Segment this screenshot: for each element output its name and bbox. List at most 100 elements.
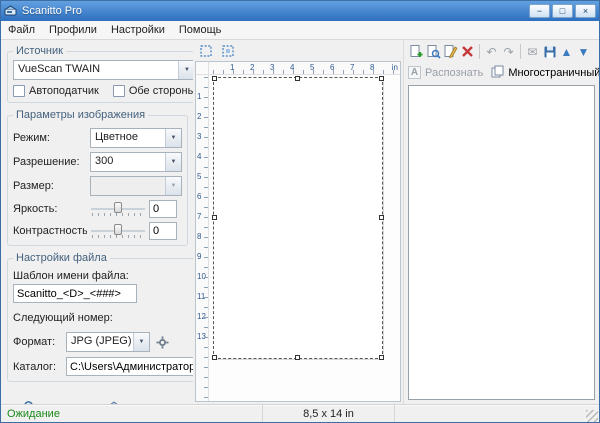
status-text: Ожидание <box>1 405 263 422</box>
multipage-button[interactable]: Многостраничный ▼ <box>491 65 599 81</box>
email-icon[interactable]: ✉ <box>524 43 541 61</box>
main-content: Источник VueScan TWAIN ▼ Автоподатчик Об… <box>1 40 599 404</box>
pages-list[interactable] <box>408 85 595 400</box>
chevron-down-icon[interactable]: ▼ <box>165 177 181 195</box>
ruler-number: 1 <box>230 63 234 72</box>
brightness-slider[interactable] <box>90 200 146 218</box>
recognize-button-label: Распознать <box>425 67 483 79</box>
size-select-value <box>91 177 165 195</box>
resolution-select[interactable]: 300 ▼ <box>90 152 182 172</box>
ruler-number: 5 <box>197 172 201 181</box>
selection-handle[interactable] <box>295 76 300 81</box>
selection-handle[interactable] <box>379 355 384 360</box>
horizontal-ruler: in 12345678 <box>209 62 400 75</box>
select-all-icon[interactable] <box>197 43 215 60</box>
duplex-checkbox[interactable]: Обе стороны <box>113 85 193 97</box>
mode-select-value: Цветное <box>91 129 165 147</box>
redo-icon[interactable]: ↷ <box>500 43 517 61</box>
image-params-group: Параметры изображения Режим: Цветное ▼ Р… <box>7 109 188 246</box>
filename-template-input[interactable] <box>13 284 137 303</box>
recognize-button[interactable]: A Распознать <box>408 66 483 79</box>
next-number-label: Следующий номер: <box>13 312 190 324</box>
selection-rect[interactable] <box>213 77 383 359</box>
settings-panel: Источник VueScan TWAIN ▼ Автоподатчик Об… <box>1 40 193 404</box>
ruler-number: 5 <box>310 63 314 72</box>
checkbox-box[interactable] <box>13 85 25 97</box>
format-settings-icon[interactable] <box>153 333 171 351</box>
resolution-label: Разрешение: <box>13 156 87 168</box>
menubar: Файл Профили Настройки Помощь <box>1 21 599 40</box>
delete-page-icon[interactable] <box>459 43 476 61</box>
scan-page[interactable] <box>213 77 383 359</box>
feeder-checkbox[interactable]: Автоподатчик <box>13 85 99 97</box>
brightness-value-input[interactable] <box>149 200 177 218</box>
add-page-icon[interactable] <box>408 43 425 61</box>
chevron-down-icon[interactable]: ▼ <box>133 333 149 351</box>
toolbar-separator <box>520 44 521 59</box>
resize-grip[interactable] <box>586 410 598 422</box>
scanner-select[interactable]: VueScan TWAIN ▼ <box>13 60 193 80</box>
menu-settings[interactable]: Настройки <box>104 22 172 38</box>
edit-page-icon[interactable] <box>442 43 459 61</box>
multipage-button-label: Многостраничный <box>508 67 599 79</box>
brightness-label: Яркость: <box>13 203 87 215</box>
contrast-slider[interactable] <box>90 222 146 240</box>
duplex-checkbox-label: Обе стороны <box>129 85 193 97</box>
ruler-number: 11 <box>197 292 205 301</box>
size-select[interactable]: ▼ <box>90 176 182 196</box>
file-settings-title: Настройки файла <box>13 252 110 264</box>
source-group: Источник VueScan TWAIN ▼ Автоподатчик Об… <box>7 45 193 103</box>
minimize-button[interactable]: − <box>529 4 550 18</box>
source-group-title: Источник <box>13 45 66 57</box>
chevron-down-icon[interactable]: ▼ <box>165 153 181 171</box>
move-down-icon[interactable]: ▼ <box>575 43 592 61</box>
ruler-number: 3 <box>197 132 201 141</box>
select-area-icon[interactable] <box>219 43 237 60</box>
app-icon <box>4 4 18 18</box>
pages-toolbar: ↶ ↷ ✉ ▲ ▼ <box>404 40 599 62</box>
selection-handle[interactable] <box>379 76 384 81</box>
move-up-icon[interactable]: ▲ <box>558 43 575 61</box>
contrast-value-input[interactable] <box>149 222 177 240</box>
ruler-corner <box>196 62 209 75</box>
titlebar[interactable]: Scanitto Pro − □ × <box>1 1 599 21</box>
selection-handle[interactable] <box>212 215 217 220</box>
vertical-ruler: 12345678910111213 <box>196 75 209 401</box>
pages-toolbar-2: A Распознать Многостраничный ▼ <box>404 62 599 83</box>
window-title: Scanitto Pro <box>22 5 527 17</box>
preview-canvas[interactable] <box>209 75 400 401</box>
mode-select[interactable]: Цветное ▼ <box>90 128 182 148</box>
format-select[interactable]: JPG (JPEG) ▼ <box>66 332 150 352</box>
chevron-down-icon[interactable]: ▼ <box>165 129 181 147</box>
template-label: Шаблон имени файла: <box>13 270 193 282</box>
ruler-number: 6 <box>330 63 334 72</box>
source-options: Автоподатчик Обе стороны <box>13 85 193 97</box>
selection-handle[interactable] <box>212 355 217 360</box>
menu-profiles[interactable]: Профили <box>42 22 104 38</box>
folder-path-input[interactable] <box>66 357 193 376</box>
selection-handle[interactable] <box>379 215 384 220</box>
ruler-number: 8 <box>197 232 201 241</box>
multipage-icon <box>491 65 504 81</box>
slider-thumb[interactable] <box>114 224 122 235</box>
folder-label: Каталог: <box>13 361 63 373</box>
view-page-icon[interactable] <box>425 43 442 61</box>
maximize-button[interactable]: □ <box>552 4 573 18</box>
menu-help[interactable]: Помощь <box>172 22 229 38</box>
ruler-number: 4 <box>290 63 294 72</box>
slider-thumb[interactable] <box>114 202 122 213</box>
file-settings-group: Настройки файла Шаблон имени файла: След… <box>7 252 193 382</box>
undo-icon[interactable]: ↶ <box>483 43 500 61</box>
close-button[interactable]: × <box>575 4 596 18</box>
ruler-number: 12 <box>197 312 206 321</box>
contrast-label: Контрастность: <box>13 225 87 237</box>
menu-file[interactable]: Файл <box>1 22 42 38</box>
selection-handle[interactable] <box>295 355 300 360</box>
ruler-number: 1 <box>197 92 201 101</box>
selection-handle[interactable] <box>212 76 217 81</box>
chevron-down-icon[interactable]: ▼ <box>178 61 193 79</box>
ruler-unit-label: in <box>392 63 398 72</box>
save-icon[interactable] <box>541 43 558 61</box>
ruler-number: 2 <box>197 112 201 121</box>
checkbox-box[interactable] <box>113 85 125 97</box>
